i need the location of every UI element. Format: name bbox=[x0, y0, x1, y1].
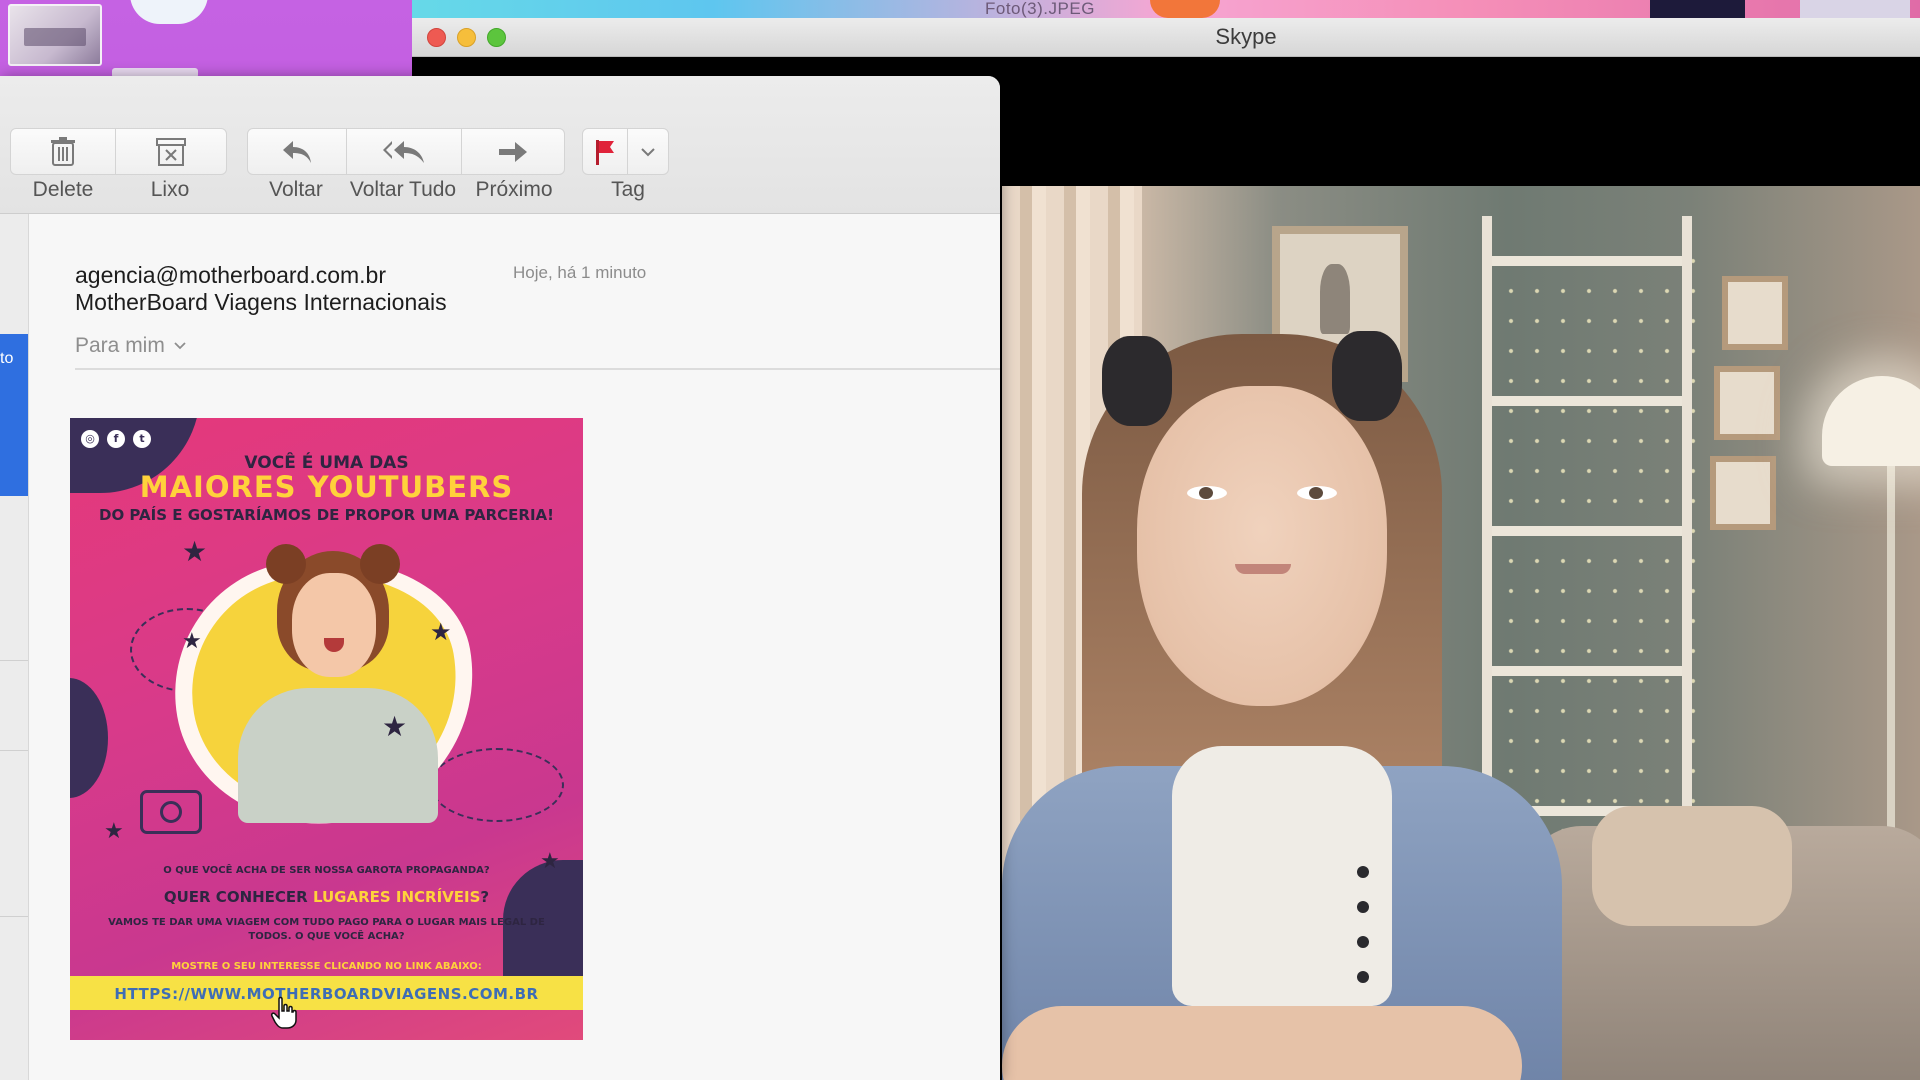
sender-email[interactable]: agencia@motherboard.com.br bbox=[75, 262, 386, 289]
star-icon: ★ bbox=[182, 629, 202, 654]
promo-model-hair-bun bbox=[266, 544, 306, 584]
recipient-label: Para mim bbox=[75, 334, 165, 357]
junk-box-icon bbox=[156, 137, 186, 166]
flag-dropdown-button[interactable] bbox=[628, 129, 668, 174]
list-divider bbox=[0, 916, 28, 917]
promo-side-shape bbox=[70, 678, 108, 798]
reply-label: Voltar bbox=[269, 178, 323, 201]
browser-icon[interactable] bbox=[1150, 0, 1220, 18]
mail-window: Delete Lixo Voltar Voltar Tudo Próximo T… bbox=[0, 76, 1000, 1080]
video-person-arm bbox=[1002, 1006, 1522, 1080]
list-divider bbox=[0, 660, 28, 661]
forward-button[interactable] bbox=[462, 129, 564, 174]
twitter-icon: t bbox=[133, 430, 151, 448]
video-person-blouse bbox=[1172, 746, 1392, 1006]
background-file-title: Foto(3).JPEG bbox=[985, 0, 1095, 18]
promo-question-2-prefix: QUER CONHECER bbox=[163, 888, 313, 906]
promo-model-hair-bun bbox=[360, 544, 400, 584]
app-thumbnail-icon[interactable] bbox=[1650, 0, 1745, 18]
recipient-field[interactable]: Para mim bbox=[75, 334, 186, 358]
promo-question-2-highlight: LUGARES INCRÍVEIS bbox=[312, 888, 481, 906]
tag-label: Tag bbox=[611, 178, 645, 201]
junk-button[interactable] bbox=[116, 129, 226, 174]
video-wall-frame-small bbox=[1714, 366, 1780, 440]
reply-button-group bbox=[247, 128, 565, 175]
mail-toolbar: Delete Lixo Voltar Voltar Tudo Próximo T… bbox=[0, 76, 1000, 214]
sender-name: MotherBoard Viagens Internacionais bbox=[75, 289, 447, 315]
video-lamp bbox=[1822, 376, 1920, 466]
star-icon: ★ bbox=[104, 819, 124, 844]
video-wall-frame-small bbox=[1710, 456, 1776, 530]
star-icon: ★ bbox=[182, 535, 208, 568]
delete-label: Delete bbox=[32, 178, 94, 201]
reply-all-arrow-icon bbox=[383, 140, 424, 163]
star-icon: ★ bbox=[382, 710, 408, 743]
trash-icon bbox=[51, 136, 75, 166]
delete-button[interactable] bbox=[11, 129, 116, 174]
list-divider bbox=[0, 750, 28, 751]
flag-button[interactable] bbox=[583, 129, 628, 174]
header-divider bbox=[75, 368, 1000, 370]
desktop-cloud-icon[interactable] bbox=[130, 0, 208, 24]
forward-arrow-icon bbox=[499, 141, 527, 162]
reply-all-button[interactable] bbox=[347, 129, 462, 174]
promo-headline-3: DO PAÍS E GOSTARÍAMOS DE PROPOR UMA PARC… bbox=[99, 506, 554, 524]
promo-question-1: O QUE VOCÊ ACHA DE SER NOSSA GAROTA PROP… bbox=[163, 865, 490, 876]
video-call-feed[interactable] bbox=[1002, 186, 1920, 1080]
star-icon: ★ bbox=[430, 618, 452, 646]
promo-question-2-suffix: ? bbox=[480, 888, 490, 906]
reply-arrow-icon bbox=[283, 140, 311, 163]
chevron-down-icon bbox=[641, 147, 655, 156]
reply-all-label: Voltar Tudo bbox=[349, 178, 457, 201]
promo-link[interactable]: HTTPS://WWW.MOTHERBOARDVIAGENS.COM.BR bbox=[70, 985, 583, 1003]
video-hair-bow bbox=[1332, 331, 1402, 421]
chevron-down-icon bbox=[174, 342, 186, 350]
message-date: Hoje, há 1 minuto bbox=[513, 263, 647, 282]
selected-message-text: to bbox=[0, 350, 14, 367]
video-pillow bbox=[1592, 806, 1792, 926]
promo-dashed-path bbox=[430, 748, 564, 822]
skype-window-title: Skype bbox=[1215, 24, 1277, 49]
video-wall-frame-small bbox=[1722, 276, 1788, 350]
promo-image[interactable]: ◎ f t VOCÊ É UMA DAS MAIORES YOUTUBERS D… bbox=[70, 418, 583, 1040]
skype-titlebar[interactable]: Skype bbox=[412, 18, 1920, 57]
red-flag-icon bbox=[596, 139, 614, 165]
forward-label: Próximo bbox=[475, 178, 553, 201]
video-hair-bow bbox=[1102, 336, 1172, 426]
promo-headline-2: MAIORES YOUTUBERS bbox=[139, 470, 514, 504]
promo-model-face bbox=[292, 573, 376, 677]
desktop-photo-thumbnail[interactable] bbox=[8, 4, 102, 66]
video-person-face bbox=[1137, 386, 1387, 706]
promo-model-body bbox=[238, 688, 438, 823]
app-thumbnail-icon-2[interactable] bbox=[1800, 0, 1910, 18]
delete-button-group bbox=[10, 128, 227, 175]
flag-button-group bbox=[582, 128, 669, 175]
reply-button[interactable] bbox=[248, 129, 347, 174]
promo-question-2: QUER CONHECER LUGARES INCRÍVEIS? bbox=[70, 888, 583, 906]
promo-body-text: VAMOS TE DAR UMA VIAGEM COM TUDO PAGO PA… bbox=[108, 917, 545, 942]
hand-cursor-icon bbox=[271, 996, 297, 1029]
facebook-icon: f bbox=[107, 430, 125, 448]
junk-label: Lixo bbox=[150, 178, 190, 201]
camera-icon bbox=[140, 790, 202, 834]
promo-cta-text: MOSTRE O SEU INTERESSE CLICANDO NO LINK … bbox=[171, 961, 482, 972]
instagram-icon: ◎ bbox=[81, 430, 99, 448]
